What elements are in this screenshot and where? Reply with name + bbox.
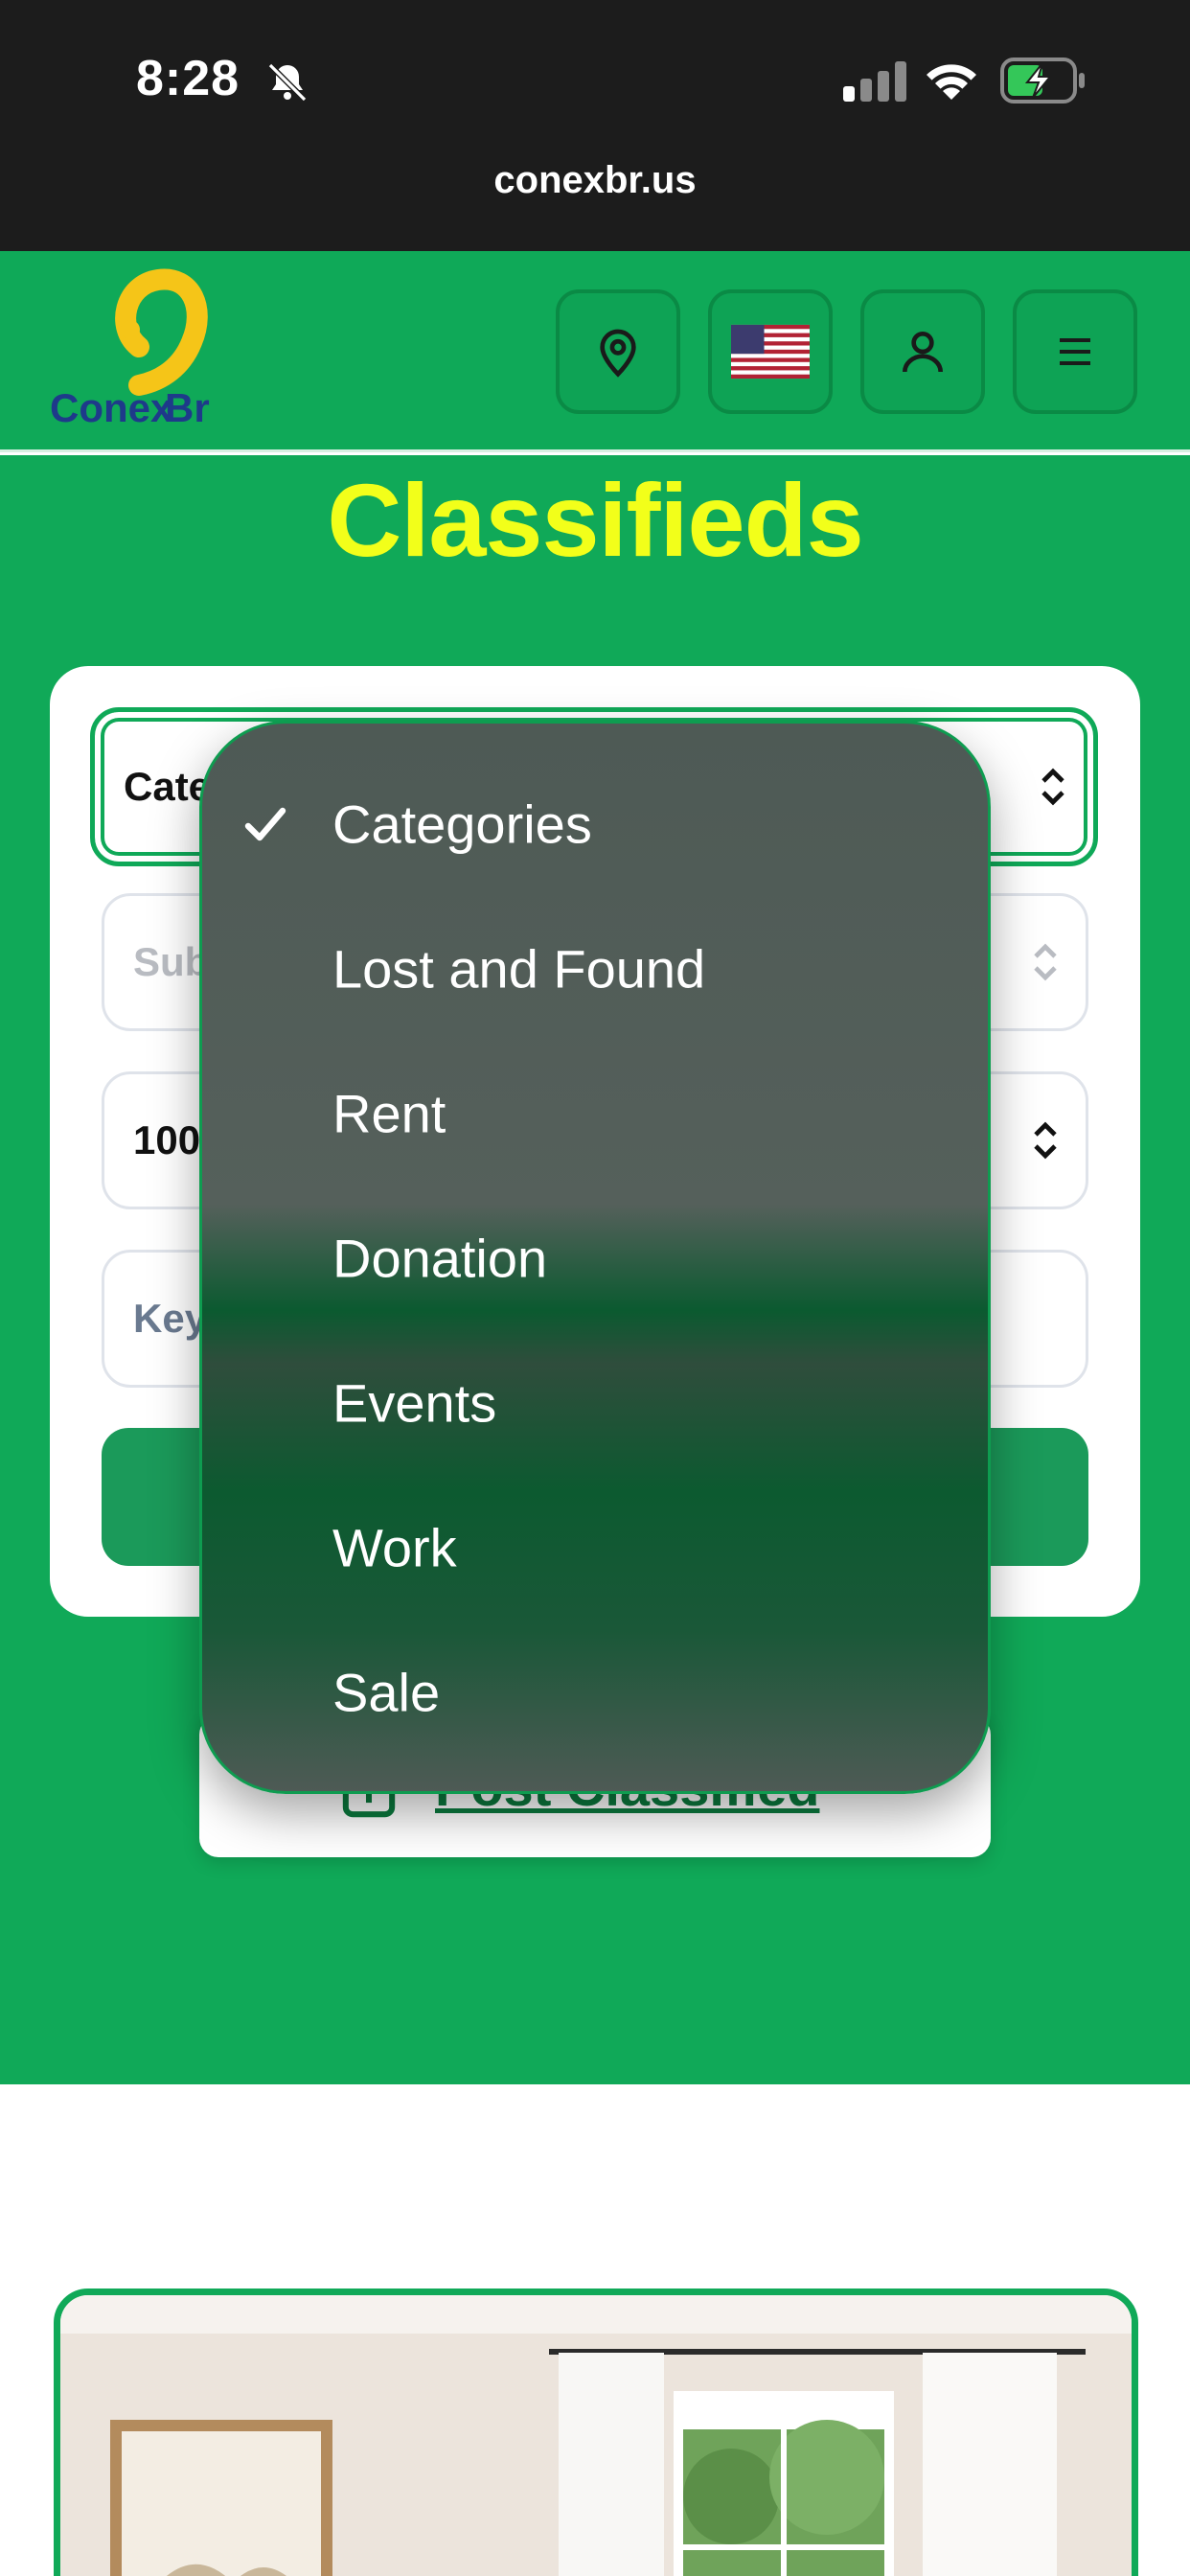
- menu-option-label: Categories: [332, 794, 592, 855]
- status-bar: 8:28 conexbr.us: [0, 0, 1190, 251]
- menu-option-sale[interactable]: Sale: [202, 1621, 988, 1764]
- category-dropdown-menu: Categories Lost and Found Rent Donation …: [199, 721, 991, 1794]
- account-button[interactable]: [860, 289, 985, 414]
- distance-value: 100: [133, 1117, 201, 1162]
- language-button[interactable]: [708, 289, 833, 414]
- listing-image: [60, 2295, 1132, 2576]
- chevron-updown-icon: [1034, 943, 1057, 981]
- menu-option-label: Work: [332, 1517, 457, 1578]
- clock: 8:28: [136, 51, 240, 106]
- chevron-updown-icon: [1041, 768, 1064, 806]
- menu-option-lost-and-found[interactable]: Lost and Found: [202, 897, 988, 1041]
- chevron-updown-icon: [1034, 1121, 1057, 1160]
- menu-option-label: Sale: [332, 1662, 441, 1723]
- menu-option-label: Rent: [332, 1083, 446, 1144]
- menu-option-rent[interactable]: Rent: [202, 1042, 988, 1185]
- cellular-signal-icon: [843, 61, 906, 102]
- address-bar-url[interactable]: conexbr.us: [0, 159, 1190, 202]
- us-flag-icon: [731, 324, 810, 380]
- menu-option-donation[interactable]: Donation: [202, 1186, 988, 1330]
- hamburger-icon: [1060, 338, 1090, 365]
- svg-text:Br: Br: [165, 385, 210, 430]
- svg-text:Conex: Conex: [50, 385, 173, 430]
- location-pin-icon: [600, 329, 636, 378]
- user-icon: [903, 332, 943, 373]
- checkmark-icon: [244, 807, 286, 841]
- menu-option-label: Events: [332, 1372, 497, 1434]
- menu-option-events[interactable]: Events: [202, 1331, 988, 1475]
- location-button[interactable]: [556, 289, 680, 414]
- wifi-icon: [927, 64, 976, 100]
- battery-charging-icon: [1000, 58, 1085, 104]
- menu-option-label: Donation: [332, 1228, 548, 1289]
- conexbr-logo[interactable]: Conex Br: [48, 261, 240, 443]
- menu-option-categories[interactable]: Categories: [202, 752, 988, 896]
- menu-option-label: Lost and Found: [332, 938, 706, 1000]
- bell-muted-icon: [267, 62, 308, 103]
- listing-card[interactable]: [54, 2288, 1138, 2576]
- menu-option-work[interactable]: Work: [202, 1476, 988, 1620]
- page-title: Classifieds: [327, 462, 863, 578]
- hamburger-menu-button[interactable]: [1013, 289, 1137, 414]
